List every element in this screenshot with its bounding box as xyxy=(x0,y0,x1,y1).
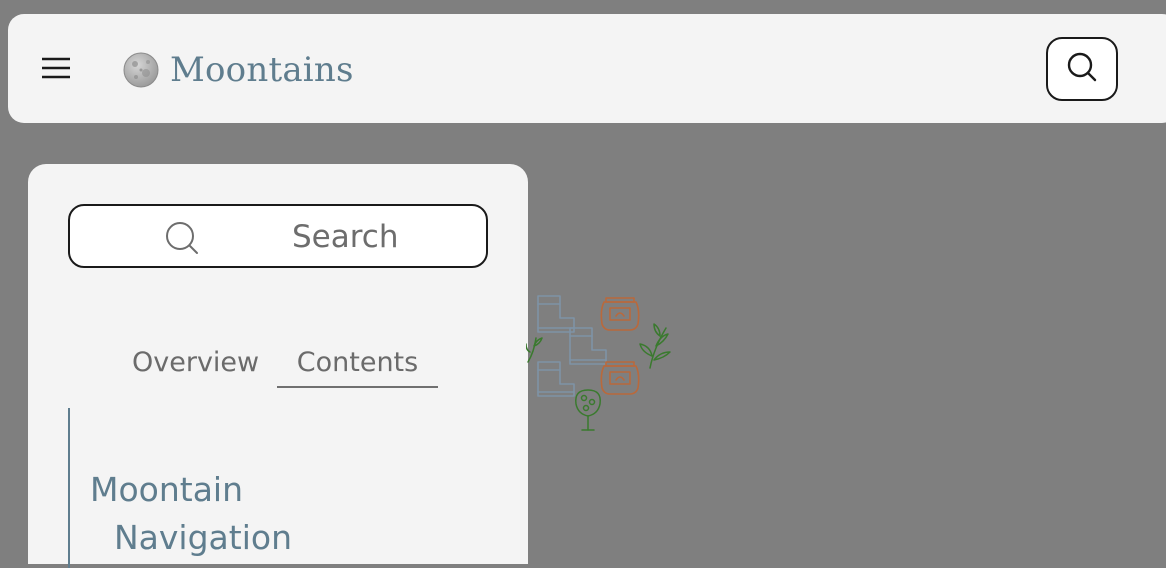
garden-boots-seed-bags-doodle xyxy=(525,290,674,436)
plant-icon xyxy=(639,323,671,369)
boot-icon xyxy=(537,361,575,397)
seed-bag-icon xyxy=(600,361,640,395)
tab-contents[interactable]: Contents xyxy=(277,344,438,388)
plant-icon xyxy=(525,337,543,363)
toc-rail xyxy=(68,408,70,568)
tree-icon xyxy=(575,389,601,431)
sidebar-search-field[interactable]: Search xyxy=(68,204,488,268)
toc-item-label-line1: Moontain xyxy=(90,470,244,509)
toc-item-moontain-navigation[interactable]: Moontain Navigation xyxy=(90,466,470,562)
brand-name: Moontains xyxy=(170,50,354,90)
search-placeholder: Search xyxy=(292,219,399,255)
header-search-button[interactable] xyxy=(1046,37,1118,101)
hamburger-menu-icon[interactable] xyxy=(42,56,70,80)
tab-overview[interactable]: Overview xyxy=(132,344,259,382)
search-icon xyxy=(1065,50,1099,88)
boot-icon xyxy=(537,295,575,333)
boot-icon xyxy=(569,327,607,365)
sidebar-panel: Search Overview Contents Moontain Naviga… xyxy=(28,164,528,568)
toc-item-label-line2: Navigation xyxy=(114,518,292,557)
brand-link[interactable]: Moontains xyxy=(122,50,354,90)
seed-bag-icon xyxy=(600,297,640,331)
moon-logo-icon xyxy=(122,51,160,89)
search-icon xyxy=(162,218,202,258)
top-header: Moontains xyxy=(8,14,1166,123)
